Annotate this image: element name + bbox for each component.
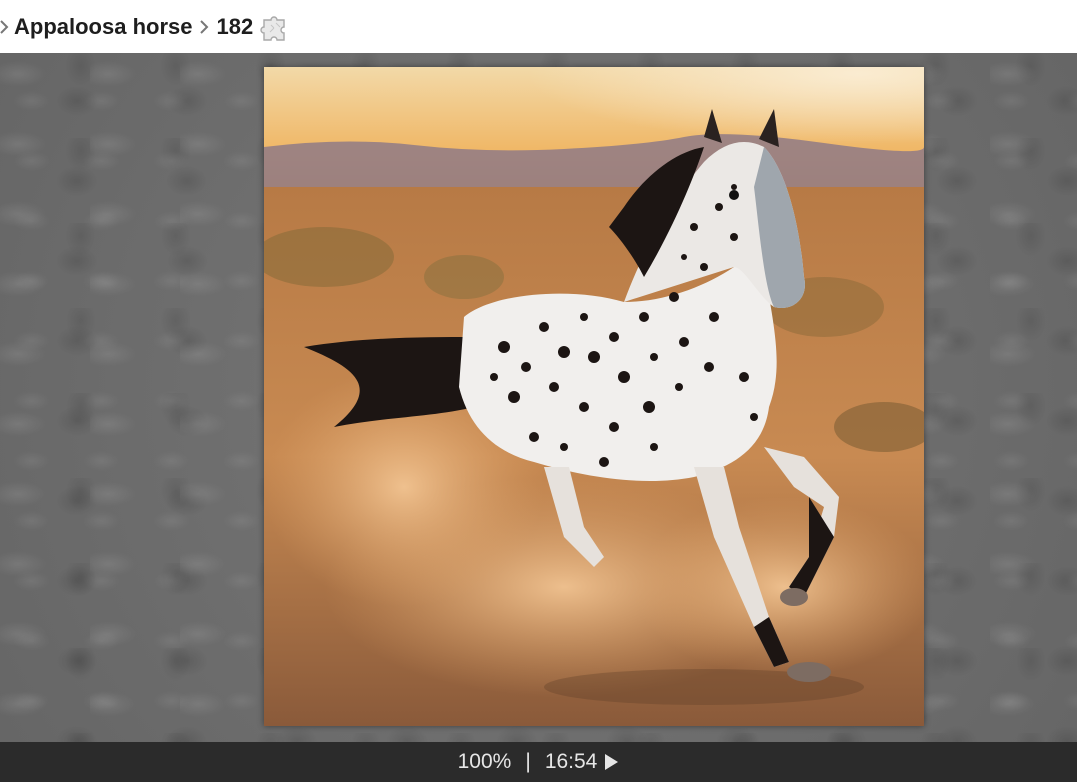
play-icon[interactable]	[603, 753, 619, 771]
puzzle-image[interactable]	[264, 67, 924, 726]
puzzle-number: 182	[216, 13, 254, 39]
timer: 16:54	[544, 750, 598, 773]
breadcrumb: Appaloosa horse 182	[0, 0, 1077, 53]
breadcrumb-category-link[interactable]: Appaloosa horse	[14, 14, 192, 40]
puzzle-piece-icon[interactable]	[259, 11, 291, 43]
status-bar: 100% | 16:54	[0, 742, 1077, 782]
chevron-right-icon	[200, 19, 210, 34]
puzzle-board[interactable]	[0, 53, 1077, 742]
zoom-level[interactable]: 100%	[458, 750, 512, 774]
status-divider: |	[525, 750, 531, 773]
chevron-right-icon	[0, 19, 10, 34]
